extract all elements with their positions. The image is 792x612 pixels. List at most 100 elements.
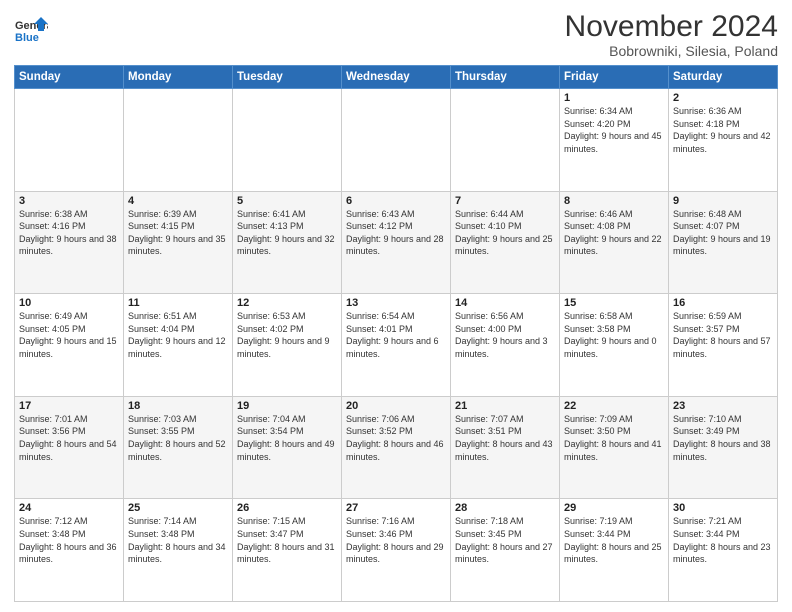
day-info: Sunrise: 6:59 AM Sunset: 3:57 PM Dayligh… bbox=[673, 310, 773, 360]
day-info: Sunrise: 6:34 AM Sunset: 4:20 PM Dayligh… bbox=[564, 105, 664, 155]
week-row-4: 17Sunrise: 7:01 AM Sunset: 3:56 PM Dayli… bbox=[15, 396, 778, 499]
cell-week5-day6: 30Sunrise: 7:21 AM Sunset: 3:44 PM Dayli… bbox=[669, 499, 778, 602]
cell-week5-day2: 26Sunrise: 7:15 AM Sunset: 3:47 PM Dayli… bbox=[233, 499, 342, 602]
cell-week3-day4: 14Sunrise: 6:56 AM Sunset: 4:00 PM Dayli… bbox=[451, 294, 560, 397]
day-info: Sunrise: 6:51 AM Sunset: 4:04 PM Dayligh… bbox=[128, 310, 228, 360]
header-friday: Friday bbox=[560, 66, 669, 89]
day-info: Sunrise: 7:09 AM Sunset: 3:50 PM Dayligh… bbox=[564, 413, 664, 463]
day-number: 3 bbox=[19, 195, 119, 207]
day-number: 6 bbox=[346, 195, 446, 207]
header-tuesday: Tuesday bbox=[233, 66, 342, 89]
day-number: 23 bbox=[673, 400, 773, 412]
day-number: 15 bbox=[564, 297, 664, 309]
title-block: November 2024 Bobrowniki, Silesia, Polan… bbox=[565, 10, 778, 59]
svg-text:Blue: Blue bbox=[15, 32, 39, 44]
day-info: Sunrise: 6:39 AM Sunset: 4:15 PM Dayligh… bbox=[128, 208, 228, 258]
day-info: Sunrise: 6:54 AM Sunset: 4:01 PM Dayligh… bbox=[346, 310, 446, 360]
cell-week4-day4: 21Sunrise: 7:07 AM Sunset: 3:51 PM Dayli… bbox=[451, 396, 560, 499]
calendar-header-row: SundayMondayTuesdayWednesdayThursdayFrid… bbox=[15, 66, 778, 89]
day-number: 1 bbox=[564, 92, 664, 104]
cell-week4-day0: 17Sunrise: 7:01 AM Sunset: 3:56 PM Dayli… bbox=[15, 396, 124, 499]
calendar-body: 1Sunrise: 6:34 AM Sunset: 4:20 PM Daylig… bbox=[15, 89, 778, 602]
day-info: Sunrise: 7:16 AM Sunset: 3:46 PM Dayligh… bbox=[346, 515, 446, 565]
cell-week5-day0: 24Sunrise: 7:12 AM Sunset: 3:48 PM Dayli… bbox=[15, 499, 124, 602]
cell-week3-day5: 15Sunrise: 6:58 AM Sunset: 3:58 PM Dayli… bbox=[560, 294, 669, 397]
day-info: Sunrise: 7:10 AM Sunset: 3:49 PM Dayligh… bbox=[673, 413, 773, 463]
cell-week1-day5: 1Sunrise: 6:34 AM Sunset: 4:20 PM Daylig… bbox=[560, 89, 669, 192]
day-number: 4 bbox=[128, 195, 228, 207]
day-number: 8 bbox=[564, 195, 664, 207]
day-info: Sunrise: 7:21 AM Sunset: 3:44 PM Dayligh… bbox=[673, 515, 773, 565]
day-info: Sunrise: 6:58 AM Sunset: 3:58 PM Dayligh… bbox=[564, 310, 664, 360]
calendar: SundayMondayTuesdayWednesdayThursdayFrid… bbox=[14, 65, 778, 602]
day-number: 13 bbox=[346, 297, 446, 309]
day-info: Sunrise: 6:36 AM Sunset: 4:18 PM Dayligh… bbox=[673, 105, 773, 155]
cell-week1-day2 bbox=[233, 89, 342, 192]
cell-week5-day1: 25Sunrise: 7:14 AM Sunset: 3:48 PM Dayli… bbox=[124, 499, 233, 602]
cell-week1-day4 bbox=[451, 89, 560, 192]
cell-week4-day3: 20Sunrise: 7:06 AM Sunset: 3:52 PM Dayli… bbox=[342, 396, 451, 499]
cell-week3-day2: 12Sunrise: 6:53 AM Sunset: 4:02 PM Dayli… bbox=[233, 294, 342, 397]
day-number: 24 bbox=[19, 502, 119, 514]
day-number: 5 bbox=[237, 195, 337, 207]
day-info: Sunrise: 7:18 AM Sunset: 3:45 PM Dayligh… bbox=[455, 515, 555, 565]
header-monday: Monday bbox=[124, 66, 233, 89]
cell-week3-day1: 11Sunrise: 6:51 AM Sunset: 4:04 PM Dayli… bbox=[124, 294, 233, 397]
day-info: Sunrise: 6:43 AM Sunset: 4:12 PM Dayligh… bbox=[346, 208, 446, 258]
cell-week1-day0 bbox=[15, 89, 124, 192]
day-number: 7 bbox=[455, 195, 555, 207]
day-info: Sunrise: 6:41 AM Sunset: 4:13 PM Dayligh… bbox=[237, 208, 337, 258]
day-number: 28 bbox=[455, 502, 555, 514]
day-number: 19 bbox=[237, 400, 337, 412]
day-info: Sunrise: 7:03 AM Sunset: 3:55 PM Dayligh… bbox=[128, 413, 228, 463]
day-info: Sunrise: 6:44 AM Sunset: 4:10 PM Dayligh… bbox=[455, 208, 555, 258]
cell-week1-day6: 2Sunrise: 6:36 AM Sunset: 4:18 PM Daylig… bbox=[669, 89, 778, 192]
page: General Blue November 2024 Bobrowniki, S… bbox=[0, 0, 792, 612]
day-number: 17 bbox=[19, 400, 119, 412]
subtitle: Bobrowniki, Silesia, Poland bbox=[565, 43, 778, 59]
week-row-3: 10Sunrise: 6:49 AM Sunset: 4:05 PM Dayli… bbox=[15, 294, 778, 397]
day-info: Sunrise: 7:12 AM Sunset: 3:48 PM Dayligh… bbox=[19, 515, 119, 565]
cell-week5-day5: 29Sunrise: 7:19 AM Sunset: 3:44 PM Dayli… bbox=[560, 499, 669, 602]
day-info: Sunrise: 7:01 AM Sunset: 3:56 PM Dayligh… bbox=[19, 413, 119, 463]
day-number: 14 bbox=[455, 297, 555, 309]
cell-week3-day0: 10Sunrise: 6:49 AM Sunset: 4:05 PM Dayli… bbox=[15, 294, 124, 397]
day-number: 18 bbox=[128, 400, 228, 412]
cell-week2-day5: 8Sunrise: 6:46 AM Sunset: 4:08 PM Daylig… bbox=[560, 191, 669, 294]
day-info: Sunrise: 7:15 AM Sunset: 3:47 PM Dayligh… bbox=[237, 515, 337, 565]
logo-svg: General Blue bbox=[14, 14, 48, 48]
main-title: November 2024 bbox=[565, 10, 778, 43]
day-info: Sunrise: 6:46 AM Sunset: 4:08 PM Dayligh… bbox=[564, 208, 664, 258]
cell-week2-day2: 5Sunrise: 6:41 AM Sunset: 4:13 PM Daylig… bbox=[233, 191, 342, 294]
day-info: Sunrise: 6:53 AM Sunset: 4:02 PM Dayligh… bbox=[237, 310, 337, 360]
week-row-1: 1Sunrise: 6:34 AM Sunset: 4:20 PM Daylig… bbox=[15, 89, 778, 192]
day-info: Sunrise: 7:07 AM Sunset: 3:51 PM Dayligh… bbox=[455, 413, 555, 463]
day-number: 22 bbox=[564, 400, 664, 412]
day-number: 10 bbox=[19, 297, 119, 309]
day-info: Sunrise: 7:04 AM Sunset: 3:54 PM Dayligh… bbox=[237, 413, 337, 463]
cell-week5-day4: 28Sunrise: 7:18 AM Sunset: 3:45 PM Dayli… bbox=[451, 499, 560, 602]
week-row-2: 3Sunrise: 6:38 AM Sunset: 4:16 PM Daylig… bbox=[15, 191, 778, 294]
day-number: 16 bbox=[673, 297, 773, 309]
cell-week2-day1: 4Sunrise: 6:39 AM Sunset: 4:15 PM Daylig… bbox=[124, 191, 233, 294]
logo: General Blue bbox=[14, 14, 48, 48]
cell-week2-day4: 7Sunrise: 6:44 AM Sunset: 4:10 PM Daylig… bbox=[451, 191, 560, 294]
day-info: Sunrise: 7:19 AM Sunset: 3:44 PM Dayligh… bbox=[564, 515, 664, 565]
week-row-5: 24Sunrise: 7:12 AM Sunset: 3:48 PM Dayli… bbox=[15, 499, 778, 602]
header-thursday: Thursday bbox=[451, 66, 560, 89]
day-info: Sunrise: 6:56 AM Sunset: 4:00 PM Dayligh… bbox=[455, 310, 555, 360]
cell-week2-day6: 9Sunrise: 6:48 AM Sunset: 4:07 PM Daylig… bbox=[669, 191, 778, 294]
cell-week4-day1: 18Sunrise: 7:03 AM Sunset: 3:55 PM Dayli… bbox=[124, 396, 233, 499]
cell-week4-day2: 19Sunrise: 7:04 AM Sunset: 3:54 PM Dayli… bbox=[233, 396, 342, 499]
cell-week5-day3: 27Sunrise: 7:16 AM Sunset: 3:46 PM Dayli… bbox=[342, 499, 451, 602]
cell-week3-day3: 13Sunrise: 6:54 AM Sunset: 4:01 PM Dayli… bbox=[342, 294, 451, 397]
header-saturday: Saturday bbox=[669, 66, 778, 89]
day-info: Sunrise: 6:49 AM Sunset: 4:05 PM Dayligh… bbox=[19, 310, 119, 360]
day-number: 27 bbox=[346, 502, 446, 514]
day-info: Sunrise: 6:48 AM Sunset: 4:07 PM Dayligh… bbox=[673, 208, 773, 258]
day-number: 9 bbox=[673, 195, 773, 207]
header: General Blue November 2024 Bobrowniki, S… bbox=[14, 10, 778, 59]
day-number: 11 bbox=[128, 297, 228, 309]
day-number: 21 bbox=[455, 400, 555, 412]
day-number: 25 bbox=[128, 502, 228, 514]
